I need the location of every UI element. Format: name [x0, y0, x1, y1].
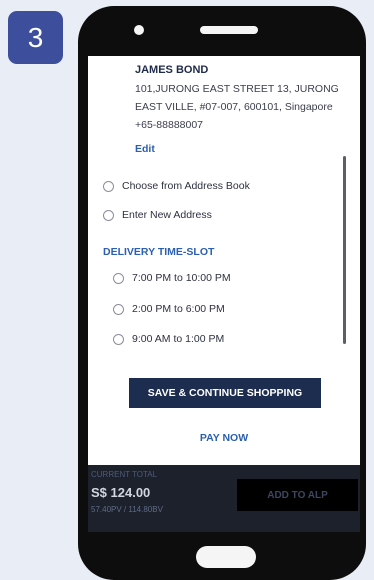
step-number: 3 [27, 21, 44, 53]
speaker-slot [200, 26, 258, 34]
points-value: 57.40PV / 114.80BV [91, 505, 163, 514]
home-button[interactable] [196, 546, 256, 568]
radio-button[interactable] [103, 209, 114, 221]
radio-label: Choose from Address Book [122, 180, 250, 192]
radio-button[interactable] [113, 333, 124, 345]
timeslot-option[interactable]: 9:00 AM to 1:00 PM [113, 333, 224, 345]
address-line-1: 101,JURONG EAST STREET 13, JURONG [135, 83, 339, 95]
current-total-label: CURRENT TOTAL [91, 470, 158, 479]
address-line-2: EAST VILLE, #07-007, 600101, Singapore [135, 101, 333, 113]
radio-button[interactable] [113, 272, 124, 284]
radio-button[interactable] [113, 303, 124, 315]
radio-button[interactable] [103, 180, 114, 192]
timeslot-label: 7:00 PM to 10:00 PM [132, 272, 231, 284]
delivery-timeslot-title: DELIVERY TIME-SLOT [103, 246, 215, 258]
timeslot-option[interactable]: 7:00 PM to 10:00 PM [113, 272, 231, 284]
choose-address-book-option[interactable]: Choose from Address Book [103, 180, 250, 192]
timeslot-option[interactable]: 2:00 PM to 6:00 PM [113, 303, 225, 315]
enter-new-address-option[interactable]: Enter New Address [103, 209, 212, 221]
address-name: JAMES BOND [135, 64, 209, 76]
edit-address-link[interactable]: Edit [135, 143, 155, 155]
camera-dot [134, 25, 144, 35]
current-total-value: S$ 124.00 [91, 485, 151, 500]
step-number-badge: 3 [8, 11, 63, 64]
cart-footer: CURRENT TOTAL S$ 124.00 57.40PV / 114.80… [88, 465, 360, 532]
radio-label: Enter New Address [122, 209, 212, 221]
timeslot-label: 9:00 AM to 1:00 PM [132, 333, 225, 345]
save-continue-shopping-button[interactable]: SAVE & CONTINUE SHOPPING [129, 378, 321, 408]
scrollbar[interactable] [343, 156, 346, 344]
checkout-screen: JAMES BOND 101,JURONG EAST STREET 13, JU… [88, 56, 360, 532]
pay-now-link[interactable]: PAY NOW [88, 432, 360, 444]
timeslot-label: 2:00 PM to 6:00 PM [132, 303, 225, 315]
add-to-alp-button[interactable]: ADD TO ALP [237, 479, 358, 511]
address-phone: +65-88888007 [135, 119, 204, 131]
